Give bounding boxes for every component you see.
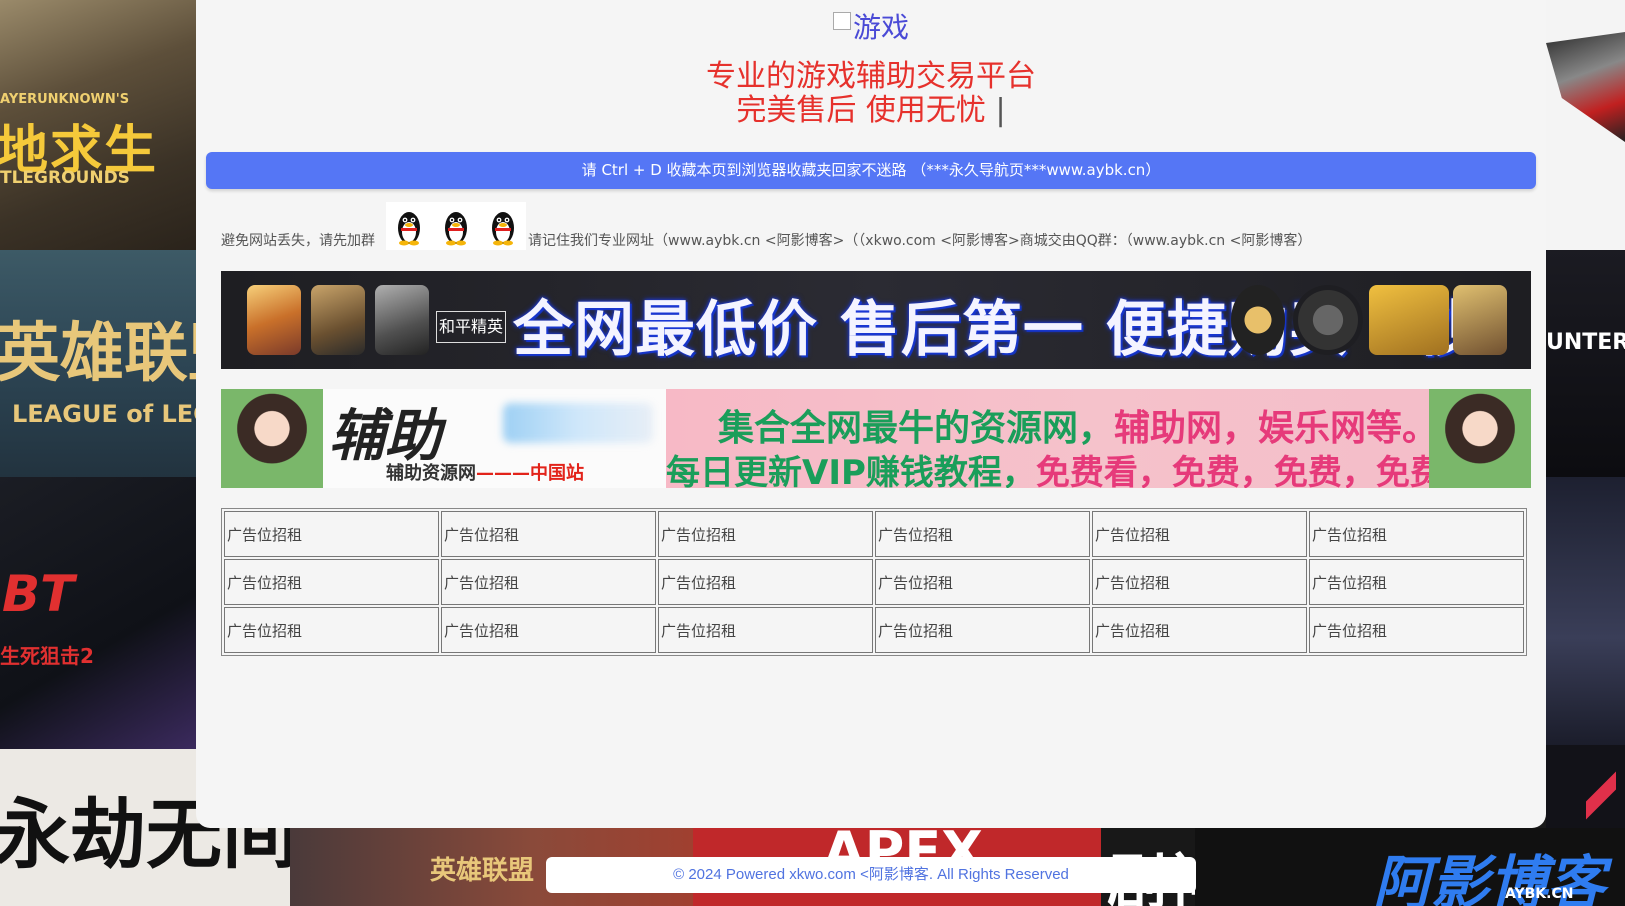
qq-line-tail: 请记住我们专业网址（www.aybk.cn <阿影博客>（（xkwo.com <…: [528, 233, 1312, 249]
ad-slot-cell[interactable]: 广告位招租: [441, 607, 656, 653]
bg-right-tile-4: [1546, 745, 1625, 828]
ad-slot-table: 广告位招租 广告位招租 广告位招租 广告位招租 广告位招租 广告位招租 广告位招租 广告位招租…: [221, 508, 1527, 656]
peacekeeper-badge: 和平精英: [436, 311, 506, 343]
ad-slot-cell[interactable]: 广告位招租: [1309, 607, 1524, 653]
banner-2-line-2b: 免费看，免费，免费，免费: [1035, 453, 1444, 488]
banner-2-sub-b: ———中国站: [476, 463, 584, 484]
banner-2-line-2a: 每日更新VIP赚钱教程，: [666, 453, 1036, 488]
ad-row: 广告位招租 广告位招租 广告位招租 广告位招租 广告位招租 广告位招租: [224, 559, 1524, 605]
qq-group-line: 避免网站丢失，请先加群 请记住我们专业网址（www.aybk.cn <阿影博客>…: [221, 202, 1541, 250]
bg-pubg-tile: AYERUNKNOWN'S 地求生 TLEGROUNDS: [0, 0, 196, 250]
banner-2-line-1a: 集合全网最牛的资源网，: [718, 408, 1115, 449]
footer-copyright[interactable]: © 2024 Powered xkwo.com <阿影博客. All Right…: [673, 866, 1069, 883]
cf-logo-icon: [1293, 285, 1363, 355]
bg-lol-red-text: 英雄联盟: [430, 856, 535, 886]
promo-banner-lowest-price[interactable]: 和平精英 全网最低价 售后第一 便捷购买 0秒发卡: [221, 271, 1531, 369]
lol-logo-icon: [1231, 285, 1285, 355]
bg-pubg-text-1: AYERUNKNOWN'S: [0, 92, 130, 107]
slogan-line-2: 完美售后 使用无忧: [736, 93, 986, 128]
ad-slot-cell[interactable]: 广告位招租: [658, 607, 873, 653]
bg-right-text: UNTER: [1546, 330, 1625, 355]
banner-girl-avatar: [1429, 389, 1531, 488]
site-footer: © 2024 Powered xkwo.com <阿影博客. All Right…: [546, 857, 1196, 893]
ad-slot-cell[interactable]: 广告位招租: [875, 559, 1090, 605]
bookmark-notice-bar: 请 Ctrl + D 收藏本页到浏览器收藏夹回家不迷路 （***永久导航页***…: [206, 152, 1536, 189]
ad-slot-cell[interactable]: 广告位招租: [1309, 511, 1524, 557]
banner-2-left: 辅助 辅助资源网———中国站: [221, 389, 666, 488]
ad-row: 广告位招租 广告位招租 广告位招租 广告位招租 广告位招租 广告位招租: [224, 607, 1524, 653]
ad-slot-cell[interactable]: 广告位招租: [875, 511, 1090, 557]
banner-girl-avatar: [221, 389, 323, 488]
broken-image-icon: [832, 12, 851, 30]
ad-slot-cell[interactable]: 广告位招租: [1092, 511, 1307, 557]
ad-slot-cell[interactable]: 广告位招租: [1092, 607, 1307, 653]
bg-lol-text-2: LEAGUE of LEGENDS: [12, 400, 196, 428]
banner-2-line-1b: 辅助网，娱乐网等。: [1114, 408, 1439, 449]
ad-slot-cell[interactable]: 广告位招租: [441, 511, 656, 557]
qq-penguin-icon[interactable]: [490, 208, 516, 246]
qq-penguin-icon[interactable]: [396, 208, 422, 246]
site-logo[interactable]: 游戏: [196, 6, 1546, 46]
bg-right-tile-1: [1546, 0, 1625, 250]
ad-slot-cell[interactable]: 广告位招租: [1309, 559, 1524, 605]
ad-slot-cell[interactable]: 广告位招租: [224, 607, 439, 653]
bg-lol-text-1: 英雄联盟: [0, 317, 196, 391]
typing-cursor: |: [995, 93, 1006, 128]
logo-alt-text: 游戏: [852, 11, 909, 44]
ad-slot-cell[interactable]: 广告位招租: [658, 511, 873, 557]
bg-pubg-text-3: TLEGROUNDS: [0, 168, 130, 188]
bg-lol-tile: 英雄联盟 LEAGUE of LEGENDS: [0, 250, 196, 477]
promo-banner-resources[interactable]: 辅助 辅助资源网———中国站 集合全网最牛的资源网，辅助网，娱乐网等。 每日更新…: [221, 389, 1531, 488]
banner-2-sub-a: 辅助资源网: [386, 463, 476, 484]
pubg-logo-icon: [1369, 285, 1449, 355]
banner-2-right: 集合全网最牛的资源网，辅助网，娱乐网等。 每日更新VIP赚钱教程，免费看，免费，…: [666, 389, 1531, 488]
ad-slot-cell[interactable]: 广告位招租: [224, 559, 439, 605]
main-panel: 游戏 专业的游戏辅助交易平台 完美售后 使用无忧 | 请 Ctrl + D 收藏…: [196, 0, 1546, 828]
qq-penguin-icon[interactable]: [443, 208, 469, 246]
banner-2-line-1: 集合全网最牛的资源网，辅助网，娱乐网等。: [718, 399, 1438, 451]
ad-slot-cell[interactable]: 广告位招租: [224, 511, 439, 557]
slogan-line-1: 专业的游戏辅助交易平台: [706, 59, 1036, 94]
banner-2-sub: 辅助资源网———中国站: [386, 459, 584, 485]
bg-aybk-tile: 阿影博客 AYBK.CN: [1195, 828, 1625, 906]
bg-right-tile-3: [1546, 477, 1625, 745]
bg-aybk-sub: AYBK.CN: [1505, 886, 1574, 902]
site-slogan: 专业的游戏辅助交易平台 完美售后 使用无忧 |: [196, 60, 1546, 128]
qq-group-buttons: [386, 202, 526, 250]
bg-bt-sub: 生死狙击2: [0, 644, 94, 668]
bg-right-tile-2: UNTER: [1546, 250, 1625, 477]
game-app-icon: [375, 285, 429, 355]
banner-2-blurred-logo: [503, 403, 653, 443]
ad-slot-cell[interactable]: 广告位招租: [875, 607, 1090, 653]
game-app-icon: [247, 285, 301, 355]
bg-bt-tile: BT 生死狙击2: [0, 477, 196, 749]
ad-slot-cell[interactable]: 广告位招租: [658, 559, 873, 605]
ad-slot-cell[interactable]: 广告位招租: [441, 559, 656, 605]
ad-row: 广告位招租 广告位招租 广告位招租 广告位招租 广告位招租 广告位招租: [224, 511, 1524, 557]
qq-line-lead: 避免网站丢失，请先加群: [221, 233, 375, 249]
bg-bt-text: BT: [2, 565, 75, 623]
ad-slot-cell[interactable]: 广告位招租: [1092, 559, 1307, 605]
game-app-icon: [311, 285, 365, 355]
bookmark-notice-text: 请 Ctrl + D 收藏本页到浏览器收藏夹回家不迷路 （***永久导航页***…: [581, 161, 1161, 179]
cod-logo-icon: [1453, 285, 1507, 355]
banner-2-line-2: 每日更新VIP赚钱教程，免费看，免费，免费，免费: [666, 445, 1444, 488]
